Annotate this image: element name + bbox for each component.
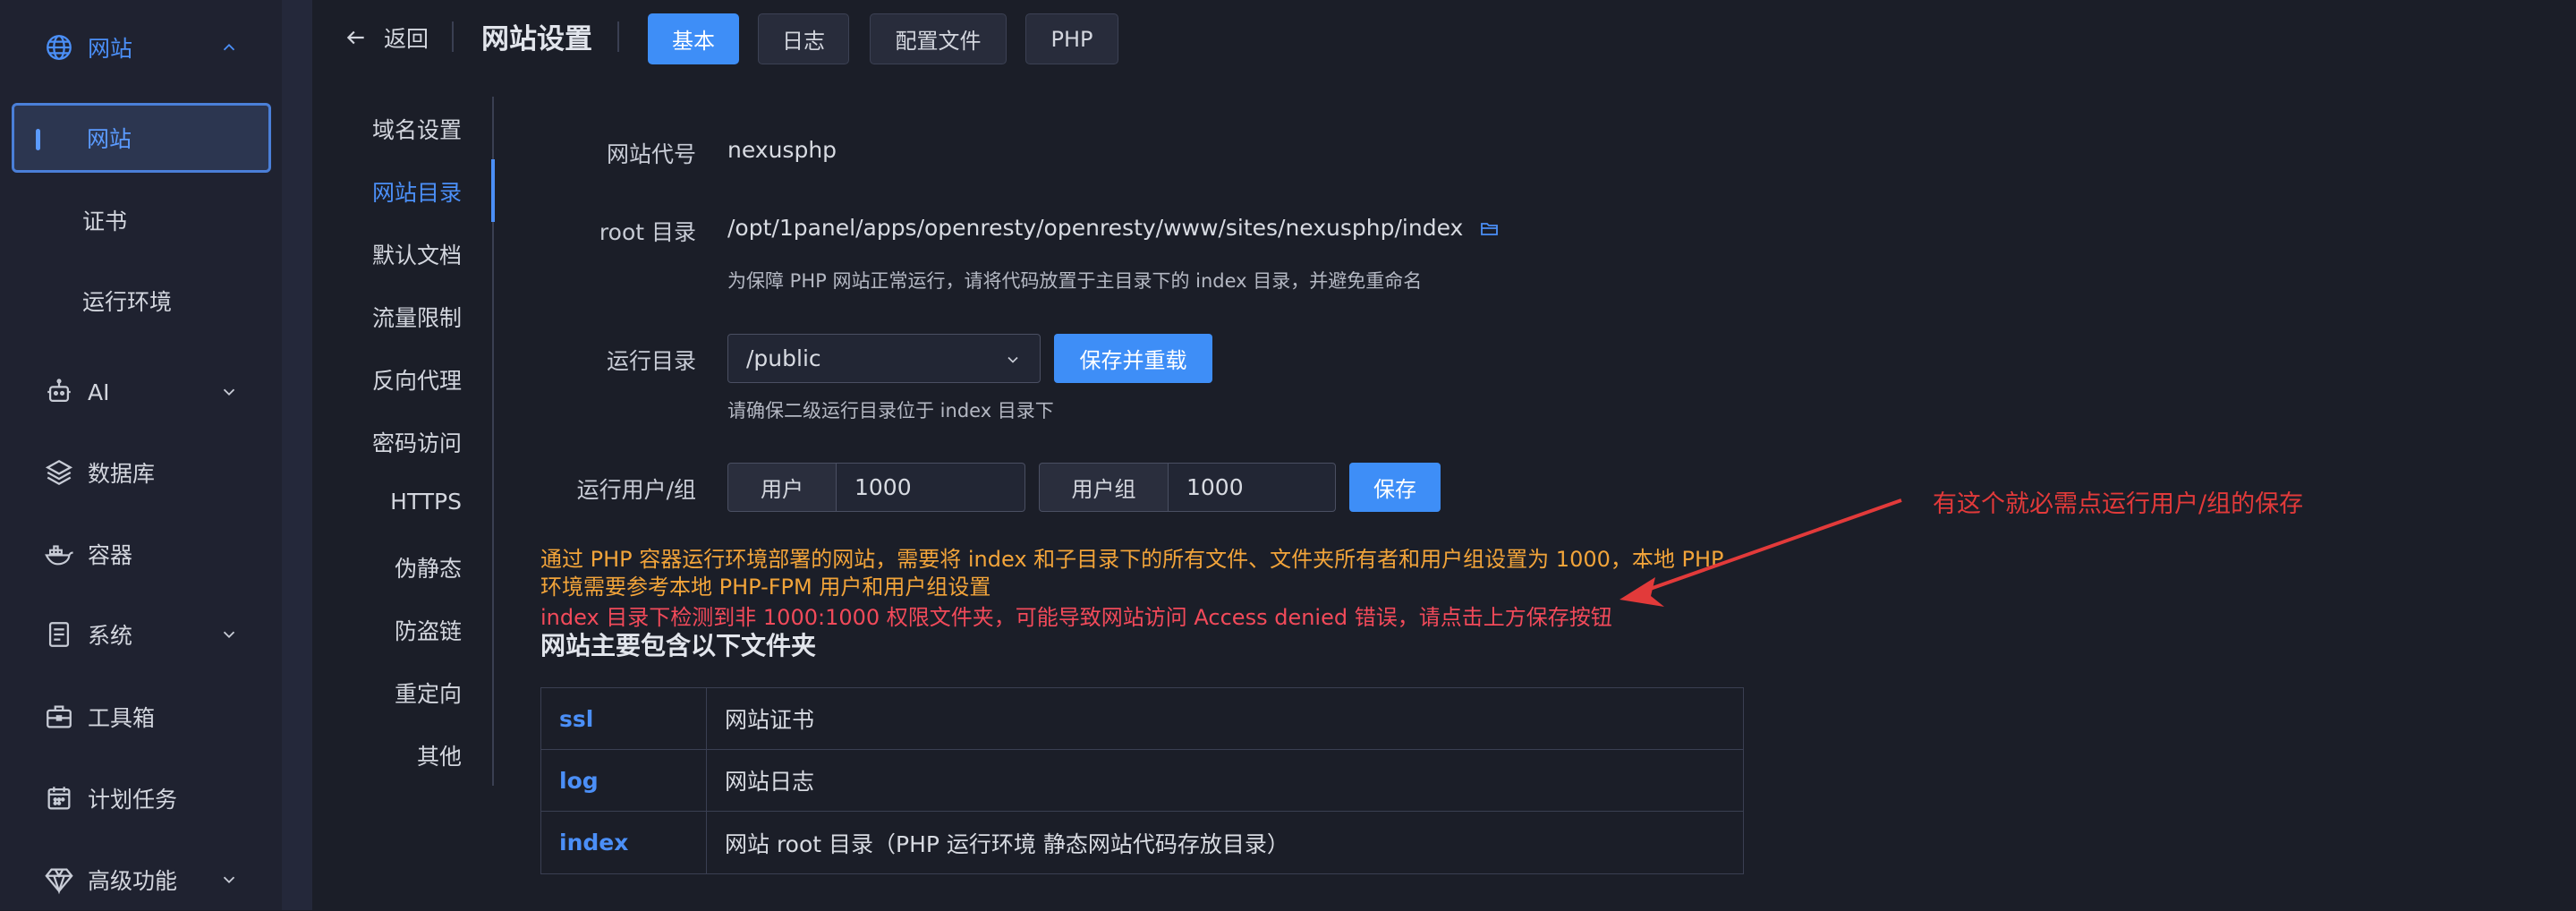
robot-icon xyxy=(43,376,75,408)
group-input[interactable]: 1000 xyxy=(1168,463,1336,512)
toolbox-icon xyxy=(43,701,75,733)
warning-line-1: 通过 PHP 容器运行环境部署的网站，需要将 index 和子目录下的所有文件、… xyxy=(540,547,1724,572)
user-addon: 用户 xyxy=(727,463,837,512)
chevron-down-icon xyxy=(223,631,235,639)
group-addon: 用户组 xyxy=(1039,463,1169,512)
annotation-text: 有这个就必需点运行用户/组的保存 xyxy=(1933,490,2304,518)
nav-active-indicator xyxy=(491,159,495,222)
folders-table: ssl 网站证书 log 网站日志 index 网站 root 目录（PHP 运… xyxy=(540,687,1744,874)
diamond-icon xyxy=(43,864,75,896)
menu-cron-label: 计划任务 xyxy=(88,787,178,813)
site-code-value: nexusphp xyxy=(727,137,837,163)
menu-system[interactable]: 系统 xyxy=(0,603,282,666)
sidebar-item-website[interactable]: 网站 xyxy=(12,103,271,173)
menu-system-label: 系统 xyxy=(88,623,133,649)
sidebar-item-cert-label: 证书 xyxy=(82,209,128,234)
user-group-label: 运行用户/组 xyxy=(576,477,696,503)
folders-title: 网站主要包含以下文件夹 xyxy=(540,631,817,660)
menu-container-label: 容器 xyxy=(88,542,133,568)
site-code-label: 网站代号 xyxy=(606,141,696,167)
sidebar-gutter xyxy=(282,0,312,910)
user-input[interactable]: 1000 xyxy=(836,463,1025,512)
nav-https[interactable]: HTTPS xyxy=(340,489,462,515)
menu-advanced-label: 高级功能 xyxy=(88,868,178,894)
chevron-up-icon xyxy=(223,43,235,51)
run-dir-hint: 请确保二级运行目录位于 index 目录下 xyxy=(727,400,1054,421)
table-row: ssl 网站证书 xyxy=(541,688,1743,750)
run-dir-select[interactable]: /public xyxy=(727,334,1041,383)
nav-other[interactable]: 其他 xyxy=(340,739,462,771)
arrow-left-icon xyxy=(346,30,364,45)
root-dir-path: /opt/1panel/apps/openresty/openresty/www… xyxy=(727,215,1464,241)
selected-indicator xyxy=(36,129,40,150)
menu-ai-label: AI xyxy=(88,379,110,405)
root-dir-label: root 目录 xyxy=(599,219,696,245)
menu-cron[interactable]: 计划任务 xyxy=(0,767,282,830)
layers-icon xyxy=(43,456,75,489)
table-row: index 网站 root 目录（PHP 运行环境 静态网站代码存放目录） xyxy=(541,812,1743,873)
page-title: 网站设置 xyxy=(481,23,592,55)
server-icon xyxy=(43,618,75,651)
tab-basic[interactable]: 基本 xyxy=(648,13,739,64)
nav-password-access[interactable]: 密码访问 xyxy=(340,426,462,458)
folder-open-icon[interactable] xyxy=(1479,217,1501,239)
save-reload-button[interactable]: 保存并重载 xyxy=(1054,334,1212,383)
nav-redirect[interactable]: 重定向 xyxy=(340,677,462,709)
nav-domain[interactable]: 域名设置 xyxy=(340,113,462,145)
menu-database-label: 数据库 xyxy=(88,461,156,487)
nav-reverse-proxy[interactable]: 反向代理 xyxy=(340,363,462,396)
folder-desc: 网站 root 目录（PHP 运行环境 静态网站代码存放目录） xyxy=(725,830,1289,857)
docker-icon xyxy=(43,538,75,570)
run-dir-label: 运行目录 xyxy=(606,348,696,374)
sidebar-item-website-label: 网站 xyxy=(87,126,132,152)
back-label: 返回 xyxy=(384,26,429,52)
save-user-group-button[interactable]: 保存 xyxy=(1349,463,1441,512)
sidebar-item-runtime[interactable]: 运行环境 xyxy=(0,269,282,332)
root-dir-hint: 为保障 PHP 网站正常运行，请将代码放置于主目录下的 index 目录，并避免… xyxy=(727,270,1423,292)
tab-config-file[interactable]: 配置文件 xyxy=(870,13,1007,64)
folder-desc: 网站日志 xyxy=(725,769,815,795)
table-row: log 网站日志 xyxy=(541,750,1743,812)
tab-php[interactable]: PHP xyxy=(1025,13,1118,64)
chevron-down-icon xyxy=(1007,356,1018,363)
folder-name[interactable]: ssl xyxy=(541,688,707,749)
nav-default-doc[interactable]: 默认文档 xyxy=(340,238,462,270)
chevron-down-icon xyxy=(223,876,235,884)
folder-name[interactable]: index xyxy=(541,812,707,873)
globe-icon xyxy=(43,31,75,64)
run-dir-selected: /public xyxy=(746,345,821,371)
nav-rewrite[interactable]: 伪静态 xyxy=(340,551,462,583)
sidebar: 网站 网站 证书 运行环境 AI 数据库 容器 系统 工具箱 计划任务 高级功能 xyxy=(0,0,282,910)
warning-line-2: 环境需要参考本地 PHP-FPM 用户和用户组设置 xyxy=(540,575,991,600)
menu-website-label: 网站 xyxy=(88,36,133,62)
menu-website[interactable]: 网站 xyxy=(0,16,282,79)
menu-toolbox[interactable]: 工具箱 xyxy=(0,685,282,748)
menu-toolbox-label: 工具箱 xyxy=(88,705,156,731)
folder-desc: 网站证书 xyxy=(725,707,815,733)
header-divider xyxy=(452,21,454,52)
header-divider xyxy=(617,21,619,52)
tab-log[interactable]: 日志 xyxy=(758,13,849,64)
nav-anti-leech[interactable]: 防盗链 xyxy=(340,614,462,646)
menu-advanced[interactable]: 高级功能 xyxy=(0,848,282,911)
back-button[interactable]: 返回 xyxy=(344,20,429,55)
chevron-down-icon xyxy=(223,388,235,396)
menu-container[interactable]: 容器 xyxy=(0,523,282,585)
folder-name[interactable]: log xyxy=(541,750,707,811)
nav-site-directory[interactable]: 网站目录 xyxy=(340,175,462,208)
root-dir-value: /opt/1panel/apps/openresty/openresty/www… xyxy=(727,215,1501,241)
calendar-icon xyxy=(43,782,75,814)
sidebar-item-runtime-label: 运行环境 xyxy=(82,289,173,315)
sidebar-item-cert[interactable]: 证书 xyxy=(0,189,282,251)
menu-database[interactable]: 数据库 xyxy=(0,441,282,504)
menu-ai[interactable]: AI xyxy=(0,361,282,423)
nav-rate-limit[interactable]: 流量限制 xyxy=(340,301,462,333)
